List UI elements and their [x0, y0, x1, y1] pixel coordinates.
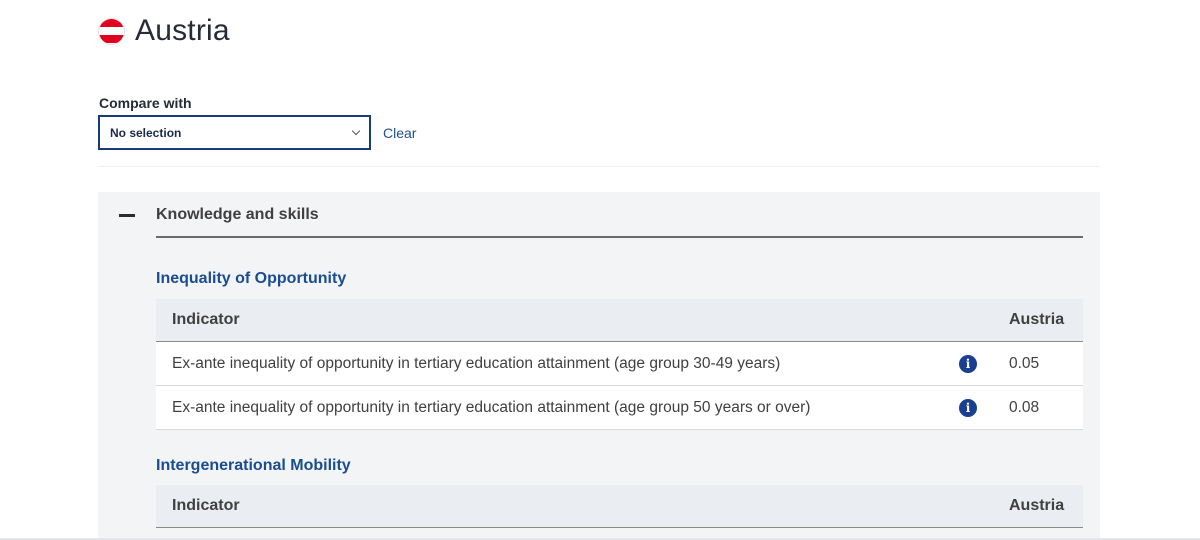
table-header: Indicator Austria [156, 299, 1083, 342]
country-header: Austria [98, 14, 230, 48]
column-header-indicator: Indicator [172, 497, 240, 514]
indicator-table-mobility: Indicator Austria [156, 485, 1083, 528]
column-header-country: Austria [1009, 497, 1065, 514]
austria-flag-icon [98, 17, 125, 45]
table-row: Ex-ante inequality of opportunity in ter… [156, 386, 1083, 430]
page-title: Austria [135, 14, 230, 47]
section-title-intergenerational-mobility: Intergenerational Mobility [156, 457, 351, 474]
compare-select-value: No selection [110, 125, 182, 140]
page: Austria Compare with No selection Clear … [0, 0, 1200, 540]
accordion-divider [156, 236, 1083, 238]
accordion-panel: Knowledge and skills Inequality of Oppor… [98, 192, 1100, 540]
chevron-down-icon [351, 126, 361, 136]
info-icon[interactable]: i [959, 355, 977, 373]
info-icon[interactable]: i [959, 399, 977, 417]
compare-with-label: Compare with [99, 95, 192, 111]
indicator-value: 0.05 [1009, 355, 1040, 372]
column-header-indicator: Indicator [172, 311, 240, 328]
clear-link[interactable]: Clear [383, 125, 416, 141]
accordion-header[interactable]: Knowledge and skills [98, 192, 1100, 237]
indicator-name: Ex-ante inequality of opportunity in ter… [172, 399, 811, 416]
section-title-inequality-of-opportunity: Inequality of Opportunity [156, 270, 347, 287]
column-header-country: Austria [1009, 311, 1065, 328]
collapse-minus-icon[interactable] [119, 214, 135, 217]
accordion-title: Knowledge and skills [156, 206, 319, 223]
indicator-table-inequality: Indicator Austria Ex-ante inequality of … [156, 299, 1083, 430]
table-header: Indicator Austria [156, 485, 1083, 528]
divider [98, 166, 1100, 167]
table-row: Ex-ante inequality of opportunity in ter… [156, 342, 1083, 386]
indicator-value: 0.08 [1009, 399, 1040, 416]
indicator-name: Ex-ante inequality of opportunity in ter… [172, 355, 781, 372]
compare-with-select[interactable]: No selection [98, 115, 371, 150]
